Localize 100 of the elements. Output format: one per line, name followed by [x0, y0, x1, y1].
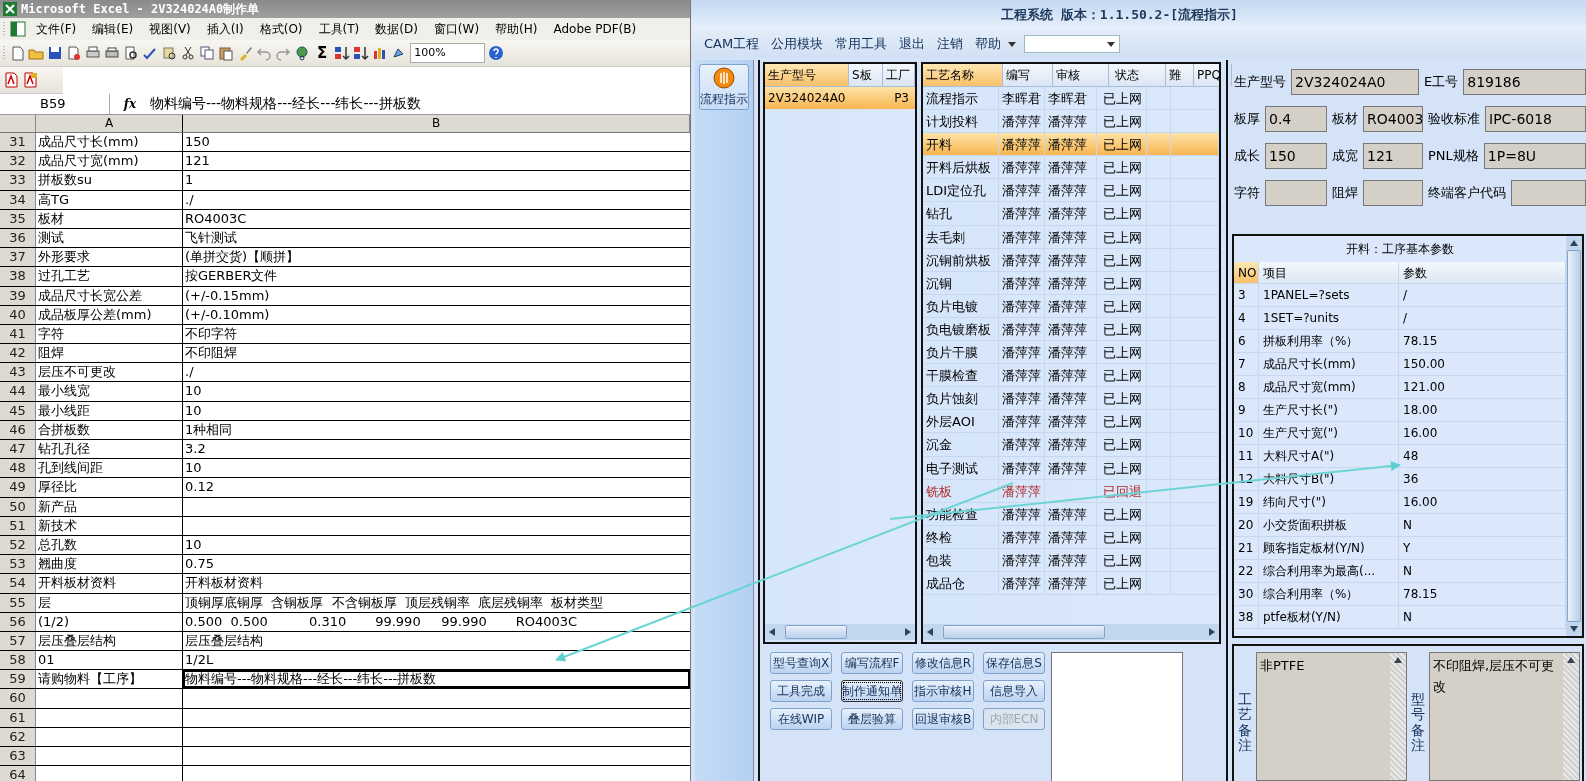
menu-item[interactable]: 编辑(E): [86, 20, 140, 38]
table-row[interactable]: 沉铜 潘萍萍 潘萍萍 已上网: [923, 271, 1219, 295]
spreadsheet-icon[interactable]: [10, 21, 26, 37]
column-header[interactable]: 工厂: [883, 64, 915, 86]
action-button[interactable]: 指示审核H: [912, 680, 974, 702]
row-header[interactable]: 48: [0, 459, 36, 478]
dropdown-field[interactable]: [1024, 35, 1121, 53]
column-header[interactable]: NO: [1234, 262, 1259, 283]
caret-icon[interactable]: [1107, 41, 1116, 47]
column-header[interactable]: 生产型号: [765, 64, 849, 86]
menu-item[interactable]: 视图(V): [143, 20, 197, 38]
column-header[interactable]: A: [36, 115, 183, 132]
row-header[interactable]: 44: [0, 382, 36, 401]
menu-item[interactable]: 公用模块: [766, 35, 829, 53]
menu-item[interactable]: 格式(O): [253, 20, 309, 38]
scroll-arrow-icon[interactable]: [1209, 628, 1215, 636]
scroll-arrow-icon[interactable]: [1394, 657, 1402, 663]
input-field[interactable]: RO4003: [1363, 106, 1423, 132]
sort-descending-icon[interactable]: [353, 45, 370, 61]
print-preview-icon[interactable]: [123, 45, 139, 61]
action-button[interactable]: 型号查询X: [770, 652, 832, 674]
row-header[interactable]: 54: [0, 574, 36, 593]
action-button[interactable]: 修改信息R: [912, 652, 974, 674]
table-row[interactable]: 钻孔 潘萍萍 潘萍萍 已上网: [923, 202, 1219, 226]
row-header[interactable]: 64: [0, 766, 36, 781]
table-row[interactable]: LDI定位孔 潘萍萍 潘萍萍 已上网: [923, 179, 1219, 203]
research-icon[interactable]: [161, 45, 177, 61]
action-button[interactable]: 编写流程F: [841, 652, 903, 674]
input-field[interactable]: 2V324024A0: [1291, 69, 1419, 95]
menu-item[interactable]: 工具(T): [312, 20, 366, 38]
row-header[interactable]: 60: [0, 689, 36, 708]
function-label[interactable]: fx: [110, 97, 150, 111]
input-field[interactable]: 150: [1265, 143, 1327, 169]
scroll-arrow-icon[interactable]: [1567, 657, 1575, 663]
action-button[interactable]: 回退审核B: [912, 708, 974, 730]
list-row[interactable]: 2V324024A0 P3: [765, 87, 915, 109]
scissors-icon[interactable]: [180, 45, 196, 61]
action-button[interactable]: 叠层验算: [841, 708, 903, 730]
menu-item[interactable]: Adobe PDF(B): [547, 22, 643, 36]
menu-item[interactable]: 帮助: [970, 35, 1007, 53]
menu-item[interactable]: 退出: [894, 35, 931, 53]
input-field[interactable]: 1P=8U: [1483, 143, 1586, 169]
row-header[interactable]: 32: [0, 152, 36, 171]
row-header[interactable]: 53: [0, 555, 36, 574]
menu-item[interactable]: 文件(F): [30, 20, 83, 38]
table-row[interactable]: 成品仓 潘萍萍 潘萍萍 已上网: [923, 571, 1219, 596]
text-area[interactable]: 非PTFE: [1256, 652, 1407, 781]
row-header[interactable]: 43: [0, 363, 36, 382]
redo-icon[interactable]: [275, 45, 291, 61]
row-header[interactable]: 63: [0, 747, 36, 766]
row-header[interactable]: 47: [0, 440, 36, 459]
column-header[interactable]: 审核: [1053, 64, 1109, 86]
action-button[interactable]: 信息导入: [983, 680, 1045, 702]
input-field[interactable]: IPC-6018: [1485, 106, 1586, 132]
input-field[interactable]: 0.4: [1265, 106, 1327, 132]
table-row[interactable]: 沉铜前烘板 潘萍萍 潘萍萍 已上网: [923, 248, 1219, 272]
menu-item[interactable]: 常用工具: [830, 35, 893, 53]
name-box[interactable]: B59: [0, 94, 110, 114]
printer-icon[interactable]: [104, 45, 120, 61]
horizontal-scrollbar[interactable]: [765, 624, 915, 640]
menu-item[interactable]: 注销: [932, 35, 969, 53]
scroll-arrow-icon[interactable]: [1570, 240, 1578, 246]
table-row[interactable]: 沉金 潘萍萍 潘萍萍 已上网: [923, 433, 1219, 457]
menu-item[interactable]: 帮助(H): [489, 20, 544, 38]
row-header[interactable]: 59: [0, 670, 36, 689]
input-field[interactable]: [1511, 180, 1586, 206]
row-header[interactable]: 49: [0, 478, 36, 497]
save-icon[interactable]: [47, 45, 63, 61]
table-row[interactable]: 负片电镀 潘萍萍 潘萍萍 已上网: [923, 294, 1219, 318]
menu-item[interactable]: 插入(I): [200, 20, 250, 38]
menu-item[interactable]: 数据(D): [369, 20, 424, 38]
column-header[interactable]: 状态: [1109, 64, 1166, 86]
column-header[interactable]: 编写: [1003, 64, 1053, 86]
help-icon[interactable]: [488, 45, 505, 61]
scroll-arrow-icon[interactable]: [769, 628, 775, 636]
table-row[interactable]: 负片蚀刻 潘萍萍 潘萍萍 已上网: [923, 387, 1219, 411]
input-field[interactable]: 121: [1363, 143, 1423, 169]
undo-icon[interactable]: [256, 45, 272, 61]
table-row[interactable]: 包装 潘萍萍 潘萍萍 已上网: [923, 548, 1219, 572]
document-lock-icon[interactable]: [66, 45, 82, 61]
input-field[interactable]: [1363, 180, 1423, 206]
vertical-scrollbar[interactable]: [1566, 236, 1582, 636]
table-row[interactable]: 外层AOI 潘萍萍 潘萍萍 已上网: [923, 410, 1219, 434]
pdf-icon[interactable]: [22, 72, 38, 88]
action-button[interactable]: 保存信息S: [983, 652, 1045, 674]
pdf-icon[interactable]: [3, 72, 19, 88]
column-header[interactable]: 難: [1166, 64, 1194, 86]
table-row[interactable]: 流程指示 李晖君 李晖君 已上网: [923, 87, 1219, 111]
row-header[interactable]: 42: [0, 344, 36, 363]
column-header[interactable]: S板: [849, 64, 883, 86]
row-header[interactable]: 31: [0, 133, 36, 152]
menu-item[interactable]: 窗口(W): [427, 20, 486, 38]
formula-field[interactable]: 物料编号---物料规格---经长---纬长---拼板数: [150, 95, 421, 113]
input-field[interactable]: 819186: [1463, 69, 1586, 95]
input-field[interactable]: [1265, 180, 1327, 206]
row-header[interactable]: 37: [0, 248, 36, 267]
horizontal-scrollbar[interactable]: [923, 624, 1219, 640]
column-header[interactable]: B: [183, 115, 690, 132]
copy-icon[interactable]: [199, 45, 215, 61]
text-area[interactable]: 不印阻焊,层压不可更改: [1429, 652, 1580, 781]
